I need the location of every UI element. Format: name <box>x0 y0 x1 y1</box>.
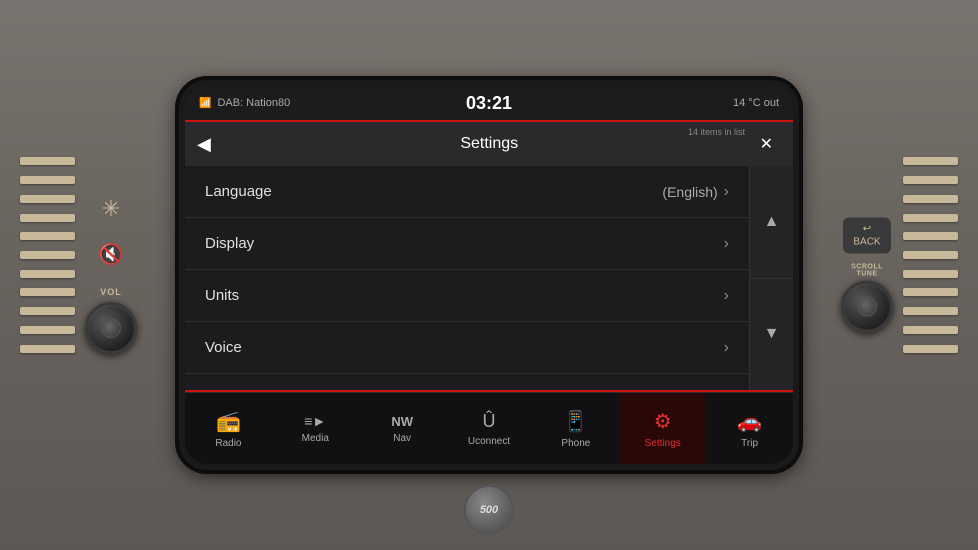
scroll-tune-knob[interactable] <box>841 281 893 333</box>
page-title: Settings <box>219 135 760 153</box>
trip-icon: 🚗 <box>737 409 762 434</box>
back-label: BACK <box>853 237 880 248</box>
menu-content: Language (English) › Display › Units › V… <box>185 166 793 390</box>
nav-item-uconnect[interactable]: Û Uconnect <box>446 393 533 464</box>
nav-item-radio[interactable]: 📻 Radio <box>185 393 272 464</box>
vent-slat <box>903 232 958 240</box>
scroll-tune-label: SCROLLTUNE <box>851 264 883 278</box>
screen-bezel: 📶 DAB: Nation80 03:21 14 °C out ◀ Settin… <box>179 80 799 470</box>
chevron-right-icon: › <box>724 183 729 201</box>
vent-slat <box>903 307 958 315</box>
dab-icon: 📶 <box>199 98 211 109</box>
vent-slat <box>903 195 958 203</box>
vent-slat <box>903 214 958 222</box>
scroll-buttons: ▲ ▼ <box>749 166 793 390</box>
media-nav-label: Media <box>302 433 329 444</box>
vent-slat <box>20 195 75 203</box>
vent-slat <box>20 176 75 184</box>
vent-slat <box>20 345 75 353</box>
nav-item-phone[interactable]: 📱 Phone <box>532 393 619 464</box>
language-value: (English) <box>662 184 717 200</box>
vent-slat <box>903 288 958 296</box>
chevron-right-icon: › <box>724 287 729 305</box>
controls-right: ↩ BACK SCROLLTUNE <box>841 218 893 333</box>
car-surround: ✳ 🔇 VOL ↩ BACK SCROLLTUNE 📶 <box>0 0 978 550</box>
close-button[interactable]: ✕ <box>760 134 773 154</box>
volume-knob[interactable] <box>85 302 137 354</box>
vent-slat <box>20 288 75 296</box>
scroll-tune-area: SCROLLTUNE <box>841 264 893 333</box>
knob-inner <box>857 297 877 317</box>
vent-right <box>903 155 958 355</box>
uconnect-nav-label: Uconnect <box>468 436 510 447</box>
display-label: Display <box>205 235 724 252</box>
radio-station: DAB: Nation80 <box>217 97 290 109</box>
status-bar: 📶 DAB: Nation80 03:21 14 °C out <box>185 86 793 120</box>
vent-slat <box>20 157 75 165</box>
vent-slat <box>903 345 958 353</box>
menu-item-language[interactable]: Language (English) › <box>185 166 749 218</box>
vent-slat <box>20 232 75 240</box>
nav-nav-label: Nav <box>393 433 411 444</box>
header-back-arrow[interactable]: ◀ <box>197 134 211 155</box>
nav-item-nav[interactable]: NW Nav <box>359 393 446 464</box>
trip-nav-label: Trip <box>741 438 758 449</box>
phone-icon: 📱 <box>563 409 588 434</box>
nav-icon: NW <box>391 414 413 429</box>
vol-label: VOL <box>100 287 122 297</box>
phone-nav-label: Phone <box>561 438 590 449</box>
items-count: 14 items in list <box>688 127 745 137</box>
units-label: Units <box>205 287 724 304</box>
back-arrow-icon: ↩ <box>863 224 871 235</box>
nav-item-media[interactable]: ≡► Media <box>272 393 359 464</box>
vent-slat <box>20 307 75 315</box>
vent-slat <box>20 326 75 334</box>
scroll-up-button[interactable]: ▲ <box>750 166 793 279</box>
menu-item-units[interactable]: Units › <box>185 270 749 322</box>
fiat-logo: 500 <box>464 485 514 535</box>
controls-left: ✳ 🔇 VOL <box>85 196 137 354</box>
vent-slat <box>20 270 75 278</box>
vol-area: VOL <box>85 287 137 354</box>
vent-slat <box>903 251 958 259</box>
knob-inner <box>101 318 121 338</box>
radio-nav-label: Radio <box>215 438 241 449</box>
status-temperature: 14 °C out <box>733 97 779 109</box>
voice-label: Voice <box>205 339 724 356</box>
vent-slat <box>903 270 958 278</box>
screen: 📶 DAB: Nation80 03:21 14 °C out ◀ Settin… <box>185 86 793 464</box>
vent-slat <box>903 157 958 165</box>
mute-icon: 🔇 <box>99 242 124 267</box>
menu-item-display[interactable]: Display › <box>185 218 749 270</box>
scroll-down-button[interactable]: ▼ <box>750 279 793 391</box>
vent-slat <box>903 326 958 334</box>
brightness-icon: ✳ <box>102 196 120 222</box>
nav-bar: 📻 Radio ≡► Media NW Nav Û Uconnect 📱 <box>185 392 793 464</box>
language-label: Language <box>205 183 662 200</box>
vent-slat <box>903 176 958 184</box>
vent-slat <box>20 214 75 222</box>
menu-item-voice[interactable]: Voice › <box>185 322 749 374</box>
back-button[interactable]: ↩ BACK <box>843 218 890 254</box>
nav-item-settings[interactable]: ⚙ Settings <box>619 393 706 464</box>
settings-gear-icon: ⚙ <box>654 409 672 434</box>
chevron-right-icon: › <box>724 235 729 253</box>
header-bar: ◀ Settings 14 items in list ✕ <box>185 122 793 166</box>
media-icon: ≡► <box>304 413 326 429</box>
nav-item-trip[interactable]: 🚗 Trip <box>706 393 793 464</box>
radio-icon: 📻 <box>216 409 241 434</box>
settings-nav-label: Settings <box>645 438 681 449</box>
vent-left <box>20 155 75 355</box>
menu-list: Language (English) › Display › Units › V… <box>185 166 749 390</box>
chevron-right-icon: › <box>724 339 729 357</box>
status-time: 03:21 <box>466 93 512 114</box>
uconnect-icon: Û <box>483 411 496 432</box>
vent-slat <box>20 251 75 259</box>
status-left: 📶 DAB: Nation80 <box>199 97 290 109</box>
